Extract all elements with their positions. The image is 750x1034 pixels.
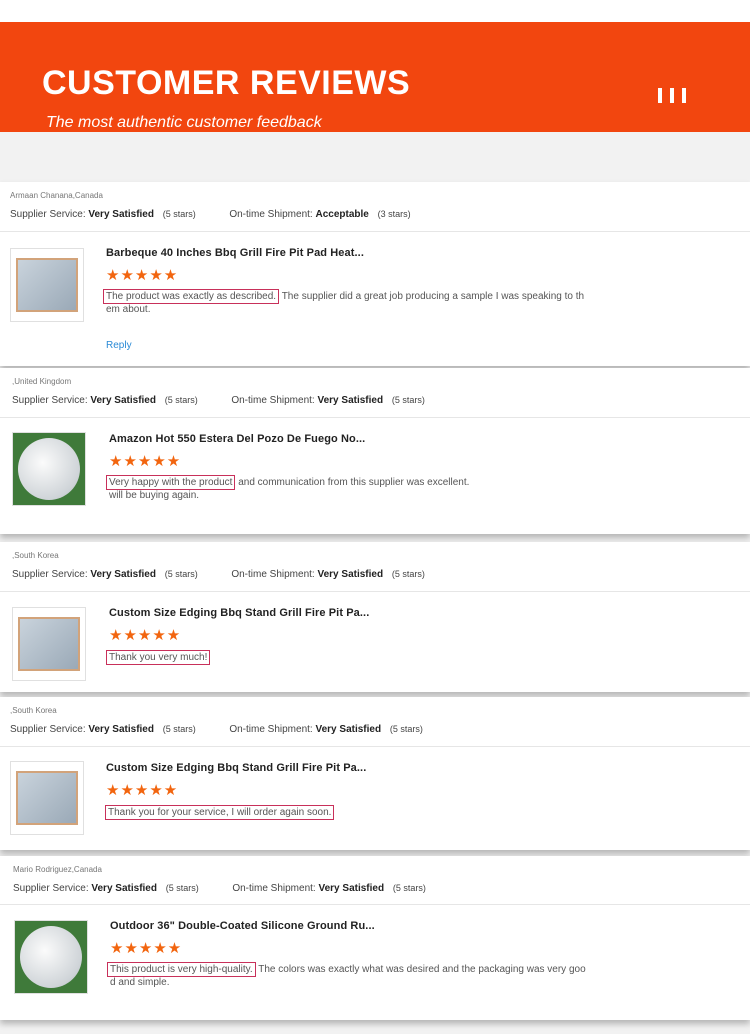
supplier-stars: (5 stars): [162, 724, 196, 734]
ratings-row: Supplier Service: Very Satisfied (5 star…: [12, 569, 425, 580]
supplier-rating: Very Satisfied: [88, 209, 154, 220]
supplier-stars: (5 stars): [165, 883, 199, 893]
reviewer-name: Mario Rodriguez,Canada: [13, 865, 102, 874]
star-rating: ★★★★★: [109, 453, 182, 470]
review-text-line2: em about.: [106, 304, 151, 315]
reviewer-name: Armaan Chanana,Canada: [10, 191, 103, 200]
supplier-rating: Very Satisfied: [90, 395, 156, 406]
review-text: The product was exactly as described. Th…: [103, 289, 606, 316]
supplier-stars: (5 stars): [164, 395, 198, 405]
shipment-stars: (3 stars): [377, 209, 411, 219]
review-text: Very happy with the product and communic…: [106, 475, 609, 502]
review-card: ,South Korea Supplier Service: Very Sati…: [0, 697, 750, 850]
product-title[interactable]: Outdoor 36" Double-Coated Silicone Groun…: [110, 920, 375, 932]
product-title[interactable]: Barbeque 40 Inches Bbq Grill Fire Pit Pa…: [106, 247, 364, 259]
shipment-label: On-time Shipment:: [229, 724, 313, 735]
square-mat-icon[interactable]: [10, 761, 84, 835]
divider: [0, 591, 750, 592]
banner-subtitle: The most authentic customer feedback: [46, 114, 322, 131]
highlighted-quote: Thank you for your service, I will order…: [105, 805, 335, 820]
shipment-stars: (5 stars): [392, 883, 426, 893]
review-card: ,South Korea Supplier Service: Very Sati…: [0, 542, 750, 692]
star-rating: ★★★★★: [109, 627, 182, 644]
menu-bars-icon: [658, 88, 686, 103]
banner-title: CUSTOMER REVIEWS: [42, 64, 411, 102]
review-card: ,United Kingdom Supplier Service: Very S…: [0, 368, 750, 534]
shipment-label: On-time Shipment:: [232, 883, 316, 894]
reply-link[interactable]: Reply: [106, 340, 132, 351]
highlighted-quote: Thank you very much!: [106, 650, 211, 665]
supplier-rating: Very Satisfied: [91, 883, 157, 894]
square-mat-icon[interactable]: [10, 248, 84, 322]
shipment-stars: (5 stars): [391, 395, 425, 405]
review-text: Thank you very much!: [106, 650, 609, 665]
supplier-service-label: Supplier Service:: [13, 883, 89, 894]
review-text: Thank you for your service, I will order…: [105, 805, 608, 820]
product-title[interactable]: Custom Size Edging Bbq Stand Grill Fire …: [106, 762, 366, 774]
ratings-row: Supplier Service: Very Satisfied (5 star…: [10, 724, 423, 735]
supplier-service-label: Supplier Service:: [10, 209, 86, 220]
review-card: Armaan Chanana,Canada Supplier Service: …: [0, 182, 750, 366]
supplier-service-label: Supplier Service:: [10, 724, 86, 735]
shipment-rating: Very Satisfied: [315, 724, 382, 735]
shipment-label: On-time Shipment:: [231, 569, 315, 580]
shipment-rating: Acceptable: [315, 209, 369, 220]
product-title[interactable]: Amazon Hot 550 Estera Del Pozo De Fuego …: [109, 433, 365, 445]
reviews-banner: CUSTOMER REVIEWS The most authentic cust…: [0, 22, 750, 132]
review-text-rest: The supplier did a great job producing a…: [279, 291, 585, 302]
supplier-stars: (5 stars): [162, 209, 196, 219]
review-text-rest: and communication from this supplier was…: [235, 477, 470, 488]
round-mat-icon[interactable]: [12, 432, 86, 506]
star-rating: ★★★★★: [106, 267, 179, 284]
supplier-service-label: Supplier Service:: [12, 395, 88, 406]
shipment-stars: (5 stars): [389, 724, 423, 734]
supplier-rating: Very Satisfied: [90, 569, 156, 580]
supplier-service-label: Supplier Service:: [12, 569, 88, 580]
reviewer-name: ,South Korea: [12, 551, 59, 560]
highlighted-quote: The product was exactly as described.: [103, 289, 280, 304]
review-text: This product is very high-quality. The c…: [107, 962, 610, 989]
shipment-rating: Very Satisfied: [317, 395, 384, 406]
shipment-rating: Very Satisfied: [317, 569, 384, 580]
reviewer-name: ,South Korea: [10, 706, 57, 715]
ratings-row: Supplier Service: Very Satisfied (5 star…: [10, 209, 411, 220]
ratings-row: Supplier Service: Very Satisfied (5 star…: [12, 395, 425, 406]
reviewer-name: ,United Kingdom: [12, 377, 72, 386]
divider: [0, 746, 750, 747]
divider: [0, 231, 750, 232]
shipment-label: On-time Shipment:: [231, 395, 315, 406]
shipment-rating: Very Satisfied: [318, 883, 385, 894]
highlighted-quote: Very happy with the product: [106, 475, 236, 490]
highlighted-quote: This product is very high-quality.: [107, 962, 256, 977]
star-rating: ★★★★★: [110, 940, 183, 957]
star-rating: ★★★★★: [106, 782, 179, 799]
ratings-row: Supplier Service: Very Satisfied (5 star…: [13, 883, 426, 894]
round-mat-icon[interactable]: [14, 920, 88, 994]
review-text-line2: d and simple.: [110, 977, 170, 988]
product-title[interactable]: Custom Size Edging Bbq Stand Grill Fire …: [109, 607, 369, 619]
top-strip: [0, 0, 750, 22]
shipment-label: On-time Shipment:: [229, 209, 313, 220]
shipment-stars: (5 stars): [391, 569, 425, 579]
square-mat-icon[interactable]: [12, 607, 86, 681]
supplier-rating: Very Satisfied: [88, 724, 154, 735]
review-card: Mario Rodriguez,Canada Supplier Service:…: [0, 856, 750, 1020]
divider: [0, 904, 750, 905]
supplier-stars: (5 stars): [164, 569, 198, 579]
review-text-rest: The colors was exactly what was desired …: [255, 964, 586, 975]
divider: [0, 417, 750, 418]
review-text-line2: will be buying again.: [109, 490, 200, 501]
